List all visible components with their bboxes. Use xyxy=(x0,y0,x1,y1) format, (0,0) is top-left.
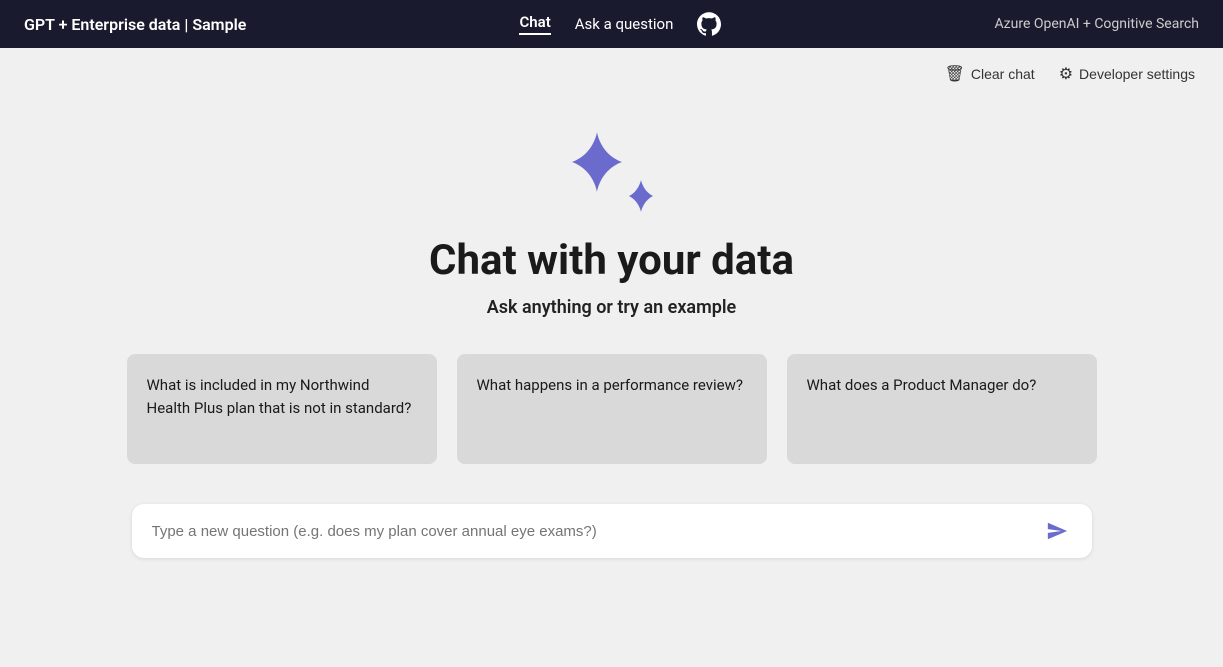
example-card-1[interactable]: What is included in my Northwind Health … xyxy=(127,354,437,464)
azure-label: Azure OpenAI + Cognitive Search xyxy=(994,16,1199,32)
toolbar: 🗑 Clear chat ⚙ Developer settings xyxy=(0,48,1223,92)
navbar: GPT + Enterprise data | Sample Chat Ask … xyxy=(0,0,1223,48)
developer-settings-label: Developer settings xyxy=(1079,66,1195,82)
main-subtitle: Ask anything or try an example xyxy=(487,297,736,318)
main-content: Chat with your data Ask anything or try … xyxy=(0,92,1223,558)
nav-chat[interactable]: Chat xyxy=(519,13,550,35)
main-title: Chat with your data xyxy=(429,236,794,285)
clear-chat-label: Clear chat xyxy=(971,66,1035,82)
nav-ask-question[interactable]: Ask a question xyxy=(575,15,674,33)
sparkle-icon-container xyxy=(567,132,657,212)
brand-title: GPT + Enterprise data | Sample xyxy=(24,15,246,34)
nav-center: Chat Ask a question xyxy=(519,12,721,36)
chat-input-container xyxy=(132,504,1092,558)
trash-icon: 🗑 xyxy=(945,64,965,84)
clear-chat-button[interactable]: 🗑 Clear chat xyxy=(945,64,1035,84)
developer-settings-button[interactable]: ⚙ Developer settings xyxy=(1059,64,1195,84)
send-icon xyxy=(1046,520,1068,542)
chat-input[interactable] xyxy=(152,523,1042,540)
example-card-2[interactable]: What happens in a performance review? xyxy=(457,354,767,464)
github-icon[interactable] xyxy=(697,12,721,36)
example-cards-container: What is included in my Northwind Health … xyxy=(103,354,1121,464)
gear-icon: ⚙ xyxy=(1059,64,1073,84)
send-button[interactable] xyxy=(1042,516,1072,546)
sparkle-large-icon xyxy=(567,132,627,192)
sparkle-small-icon xyxy=(625,180,657,212)
example-card-3[interactable]: What does a Product Manager do? xyxy=(787,354,1097,464)
